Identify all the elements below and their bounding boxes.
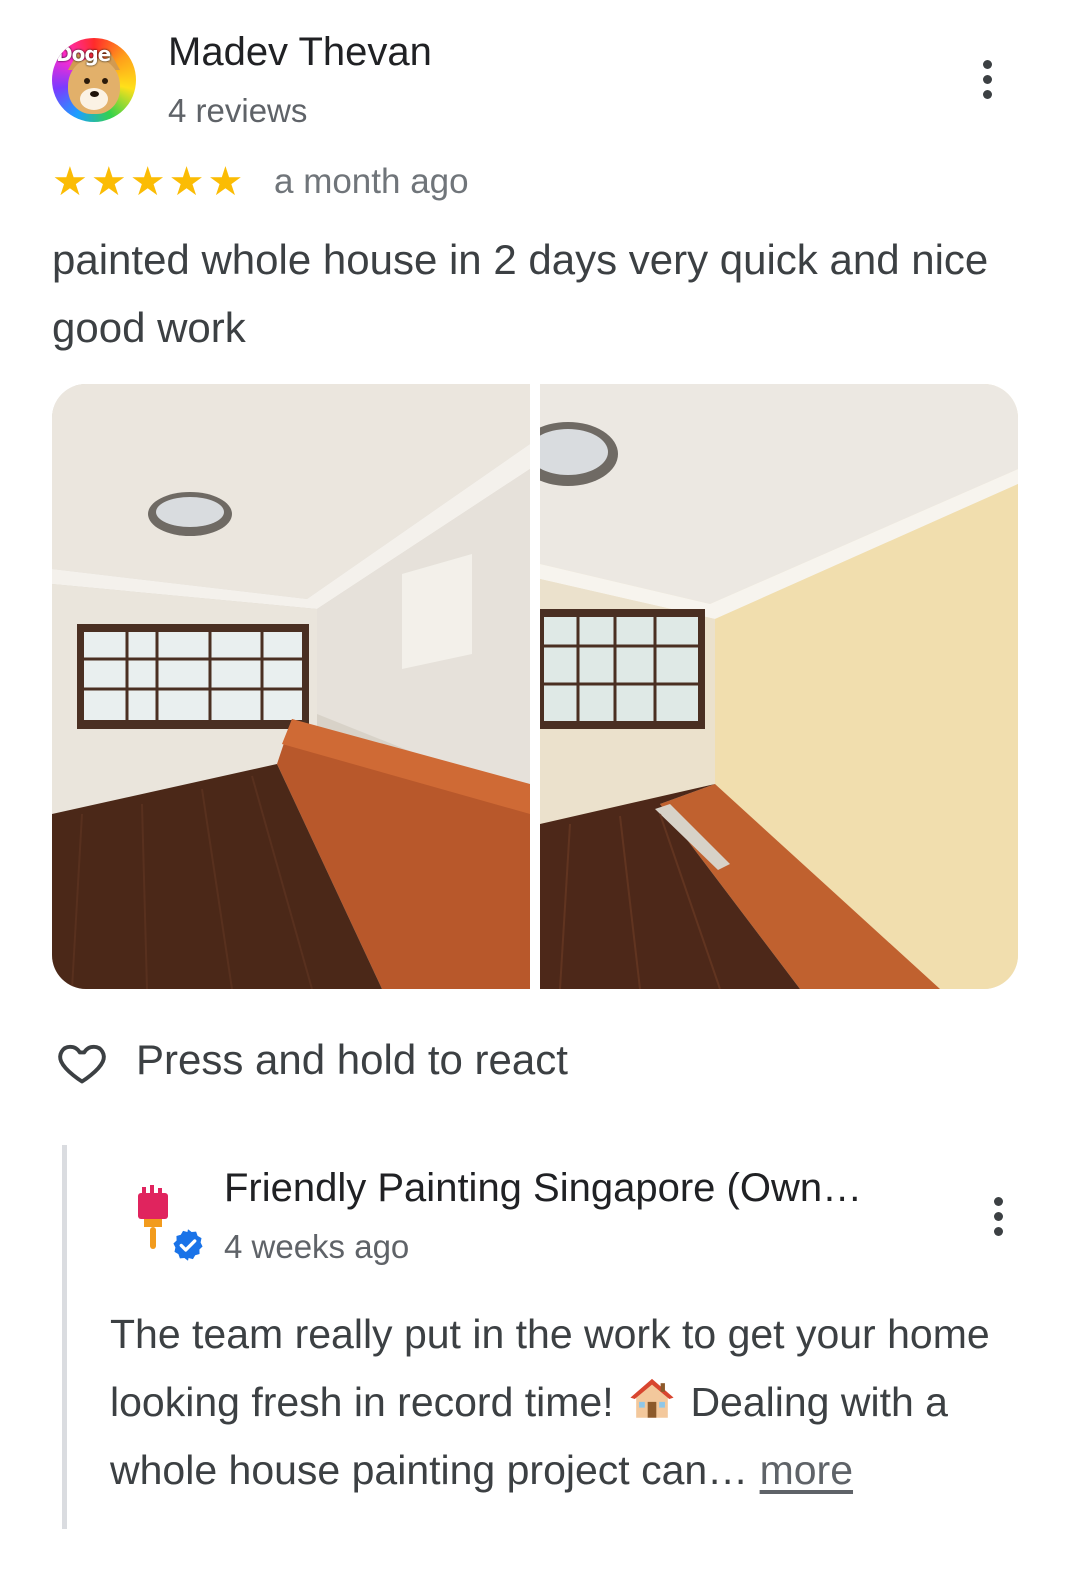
avatar-nose [90, 91, 99, 97]
rating-stars: ★ ★ ★ ★ ★ [52, 162, 243, 202]
star-icon: ★ [207, 160, 244, 204]
avatar-text: Doge [56, 42, 111, 66]
room-photo-before [52, 384, 530, 989]
press-and-hold-to-react-label[interactable]: Press and hold to react [136, 1036, 568, 1084]
review-text: painted whole house in 2 days very quick… [52, 236, 989, 351]
more-link[interactable]: more [760, 1447, 853, 1493]
house-emoji-icon [630, 1378, 674, 1418]
verified-badge-icon [173, 1229, 203, 1261]
owner-reply-time: 4 weeks ago [224, 1228, 410, 1265]
star-icon: ★ [129, 160, 166, 204]
review-more-options-icon[interactable] [979, 60, 995, 108]
reply-indent-line [62, 1145, 67, 1529]
owner-reply-text: The team really put in the work to get y… [110, 1300, 1040, 1504]
reviewer-name[interactable]: Madev Thevan [168, 30, 432, 75]
star-icon: ★ [168, 160, 205, 204]
review-photo-1[interactable] [52, 384, 530, 989]
room-photo-after [540, 384, 1018, 989]
owner-name[interactable]: Friendly Painting Singapore (Own… [224, 1166, 862, 1211]
star-icon: ★ [52, 160, 88, 204]
review-time: a month ago [274, 162, 469, 201]
reply-more-options-icon[interactable] [990, 1197, 1006, 1245]
review-photo-2[interactable] [540, 384, 1018, 989]
reviewer-review-count[interactable]: 4 reviews [168, 92, 307, 130]
star-icon: ★ [90, 160, 127, 204]
reviewer-avatar[interactable]: Doge [52, 38, 136, 122]
avatar-eye-left [84, 78, 90, 84]
avatar-eye-right [102, 78, 108, 84]
heart-icon[interactable] [56, 1036, 108, 1088]
